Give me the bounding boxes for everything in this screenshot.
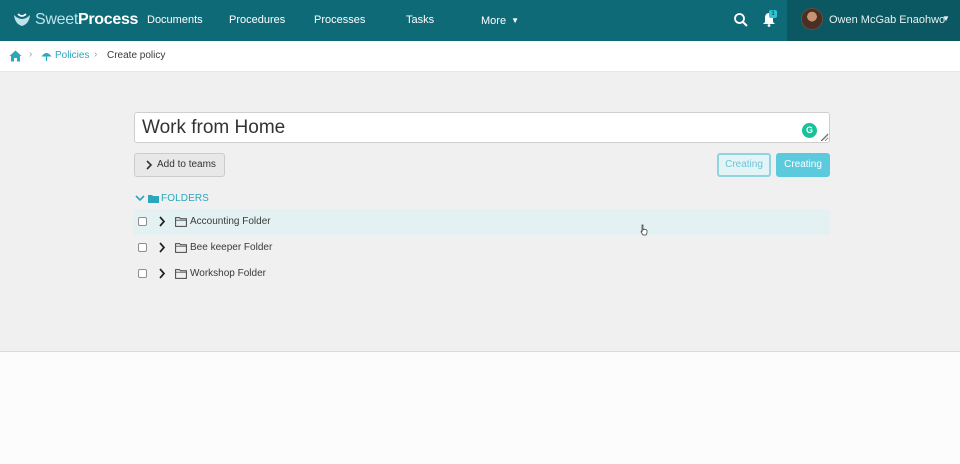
folder-label: Workshop Folder <box>190 268 266 279</box>
user-menu[interactable]: Owen McGab Enaohwo ▼ <box>787 0 960 41</box>
folder-icon <box>175 243 187 253</box>
umbrella-icon <box>41 53 52 61</box>
chevron-right-icon[interactable] <box>158 242 166 253</box>
folder-row[interactable]: Workshop Folder <box>134 261 830 287</box>
home-icon[interactable] <box>9 50 22 62</box>
search-icon[interactable] <box>733 12 749 28</box>
folder-row[interactable]: Accounting Folder <box>134 209 830 235</box>
add-to-teams-button[interactable]: Add to teams <box>134 153 225 177</box>
creating-primary-button[interactable]: Creating <box>776 153 830 177</box>
nav-more[interactable]: More ▼ <box>481 0 519 41</box>
chevron-right-icon[interactable] <box>158 268 166 279</box>
folder-checkbox[interactable] <box>138 217 147 226</box>
nav-documents[interactable]: Documents <box>147 0 203 41</box>
chevron-right-icon[interactable] <box>158 216 166 227</box>
notification-badge: 1 <box>769 10 777 18</box>
chevron-down-icon: ▼ <box>511 16 519 25</box>
breadcrumb-separator-icon: › <box>29 49 33 60</box>
user-name: Owen McGab Enaohwo <box>829 14 946 26</box>
chevron-right-icon <box>146 160 153 170</box>
breadcrumb-current: Create policy <box>107 50 166 61</box>
creating-secondary-button[interactable]: Creating <box>717 153 771 177</box>
nav-more-label: More <box>481 15 507 27</box>
breadcrumb-policies-link[interactable]: Policies <box>55 50 89 61</box>
notifications-button[interactable]: 1 <box>762 10 778 28</box>
folder-label: Accounting Folder <box>190 216 271 227</box>
chevron-down-icon: ▼ <box>942 14 950 23</box>
folder-row[interactable]: Bee keeper Folder <box>134 235 830 261</box>
sweetprocess-logo[interactable]: SweetProcess <box>12 9 138 31</box>
folder-icon <box>175 269 187 279</box>
breadcrumb: › Policies › Create policy <box>0 41 960 72</box>
chevron-down-icon <box>135 195 145 202</box>
breadcrumb-separator-icon: › <box>94 49 98 60</box>
folder-icon <box>175 217 187 227</box>
nav-procedures[interactable]: Procedures <box>229 0 285 41</box>
hand-cursor-icon <box>640 224 648 236</box>
add-to-teams-label: Add to teams <box>157 159 216 170</box>
logo-text: SweetProcess <box>35 11 139 28</box>
folder-label: Bee keeper Folder <box>190 242 273 253</box>
top-navbar: SweetProcess Documents Procedures Proces… <box>0 0 960 41</box>
folder-checkbox[interactable] <box>138 243 147 252</box>
main-panel: Work from Home G Add to teams Creating C… <box>0 72 960 352</box>
folders-toggle[interactable]: FOLDERS <box>135 191 209 205</box>
policy-title-input[interactable]: Work from Home <box>134 112 830 143</box>
nav-tasks[interactable]: Tasks <box>406 0 434 41</box>
avatar <box>801 8 823 30</box>
folders-heading: FOLDERS <box>161 192 209 204</box>
logo-icon <box>14 13 30 26</box>
grammarly-icon[interactable]: G <box>802 123 817 138</box>
folder-checkbox[interactable] <box>138 269 147 278</box>
resize-handle-icon[interactable] <box>822 135 828 141</box>
folder-icon <box>148 194 159 203</box>
nav-processes[interactable]: Processes <box>314 0 365 41</box>
